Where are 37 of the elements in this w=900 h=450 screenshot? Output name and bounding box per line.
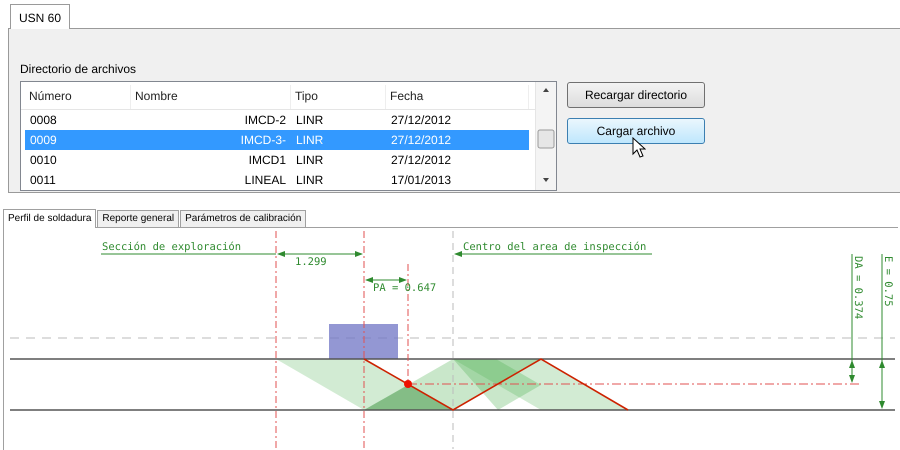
dimension-label: PA = 0.647 xyxy=(373,282,436,294)
section-label: Directorio de archivos xyxy=(20,62,138,76)
table-cell[interactable]: IMCD-2 xyxy=(131,110,291,130)
table-cell[interactable]: LINR xyxy=(291,110,386,130)
probe-block xyxy=(329,324,398,359)
dimension-arrow xyxy=(849,360,855,383)
file-list[interactable]: Número Nombre Tipo Fecha 0008 IMCD-2 LINR 27/12/2012 0009 IMCD-3- LINR 27/12/2012 0010 IMCD1 LINR 27/12/2012 0011 LINEAL LINR 17/01/2013 xyxy=(20,81,557,191)
dimension-arrow xyxy=(879,360,885,409)
column-header[interactable]: Nombre xyxy=(131,85,291,109)
tab[interactable]: Perfil de soldadura xyxy=(3,209,96,228)
table-cell[interactable]: LINR xyxy=(291,170,386,190)
scrollbar[interactable] xyxy=(535,82,556,190)
center-label: Centro del area de inspección xyxy=(463,241,646,253)
table-cell[interactable]: 0010 xyxy=(25,150,131,170)
dimension-label: 1.299 xyxy=(295,256,327,268)
button[interactable]: Cargar archivo xyxy=(567,118,705,144)
table-cell[interactable]: LINEAL xyxy=(131,170,291,190)
table-cell[interactable]: IMCD1 xyxy=(131,150,291,170)
cursor-icon xyxy=(632,137,646,159)
tab[interactable]: Parámetros de calibración xyxy=(180,210,306,227)
table-cell[interactable]: 27/12/2012 xyxy=(386,110,529,130)
table-cell[interactable]: 27/12/2012 xyxy=(386,150,529,170)
scan-section-label: Sección de exploración xyxy=(102,241,242,253)
table-cell[interactable]: 17/01/2013 xyxy=(386,170,529,190)
tab[interactable]: USN 60 xyxy=(10,4,70,29)
table-cell[interactable]: 0011 xyxy=(25,170,131,190)
tab[interactable]: Reporte general xyxy=(97,210,180,227)
column-header[interactable]: Número xyxy=(25,85,131,109)
column-header[interactable]: Tipo xyxy=(291,85,386,109)
dimension-label: DA = 0.374 xyxy=(852,256,864,320)
dimension-arrow xyxy=(365,277,407,283)
table-cell[interactable]: LINR xyxy=(291,150,386,170)
reflector-dot xyxy=(404,380,412,388)
button[interactable]: Recargar directorio xyxy=(567,82,705,108)
dimension-label: E = 0.75 xyxy=(882,256,894,307)
table-cell[interactable]: 0008 xyxy=(25,110,131,130)
column-header[interactable]: Fecha xyxy=(386,85,529,109)
